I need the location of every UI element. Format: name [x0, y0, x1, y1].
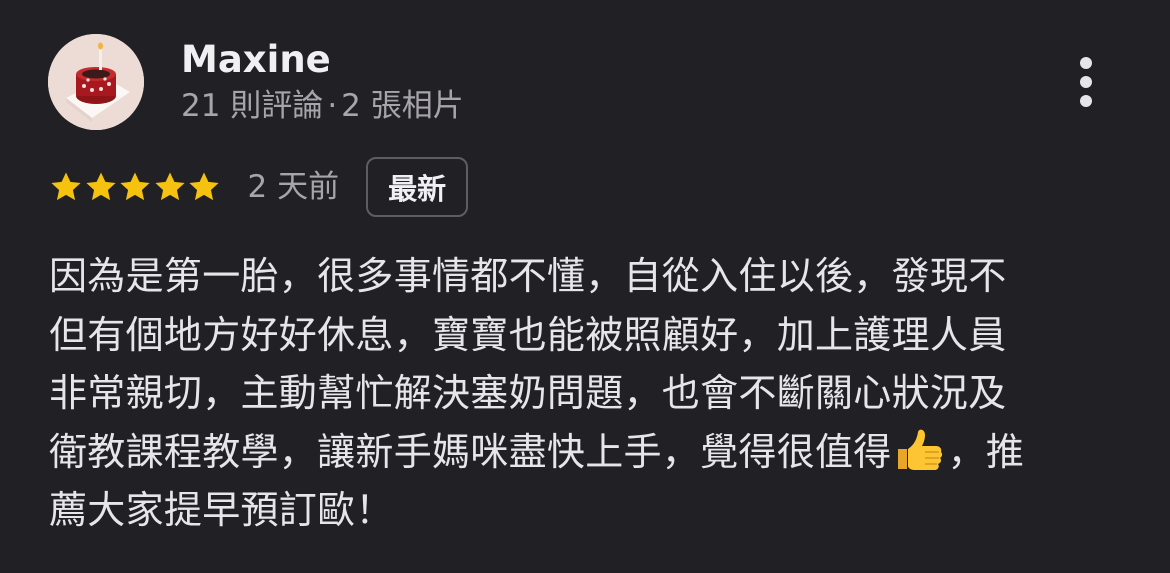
review-line: 因為是第一胎，很多事情都不懂，自從入住以後，發現不: [49, 254, 1007, 298]
avatar[interactable]: [48, 34, 144, 130]
review-text: 因為是第一胎，很多事情都不懂，自從入住以後，發現不 但有個地方好好休息，寶寶也能…: [49, 247, 1129, 540]
more-vertical-icon: [1080, 57, 1092, 107]
meta-separator: ·: [327, 88, 338, 124]
review-line-with-emoji: 衛教課程教學，讓新手媽咪盡快上手，覺得很值得 ，推: [49, 423, 1129, 482]
newest-badge[interactable]: 最新: [366, 157, 469, 217]
avatar-cake-image: [48, 34, 144, 130]
review-line: 非常親切，主動幫忙解決塞奶問題，也會不斷關心狀況及: [49, 371, 1007, 415]
review-count: 21 則評論: [181, 88, 324, 124]
review-line-tail: ，推: [947, 429, 1025, 474]
reviewer-name[interactable]: Maxine: [181, 36, 331, 84]
star-icon: [154, 172, 185, 201]
photo-count: 2 張相片: [341, 88, 464, 124]
star-icon: [189, 172, 219, 201]
rating-row: 2 天前 最新: [49, 155, 469, 219]
reviewer-stats: 21 則評論 · 2 張相片: [181, 84, 464, 128]
star-icon: [51, 172, 81, 201]
more-options-button[interactable]: [1064, 52, 1108, 114]
star-icon: [120, 172, 150, 201]
review-date: 2 天前: [247, 169, 340, 205]
review-line: 薦大家提早預訂歐！: [49, 488, 394, 532]
star-rating: [49, 170, 222, 204]
star-icon: [85, 172, 116, 201]
thumbs-up-icon: [897, 429, 942, 470]
review-line: 但有個地方好好休息，寶寶也能被照顧好，加上護理人員: [49, 312, 1007, 357]
review-line-text: 衛教課程教學，讓新手媽咪盡快上手，覺得很值得: [49, 429, 892, 474]
